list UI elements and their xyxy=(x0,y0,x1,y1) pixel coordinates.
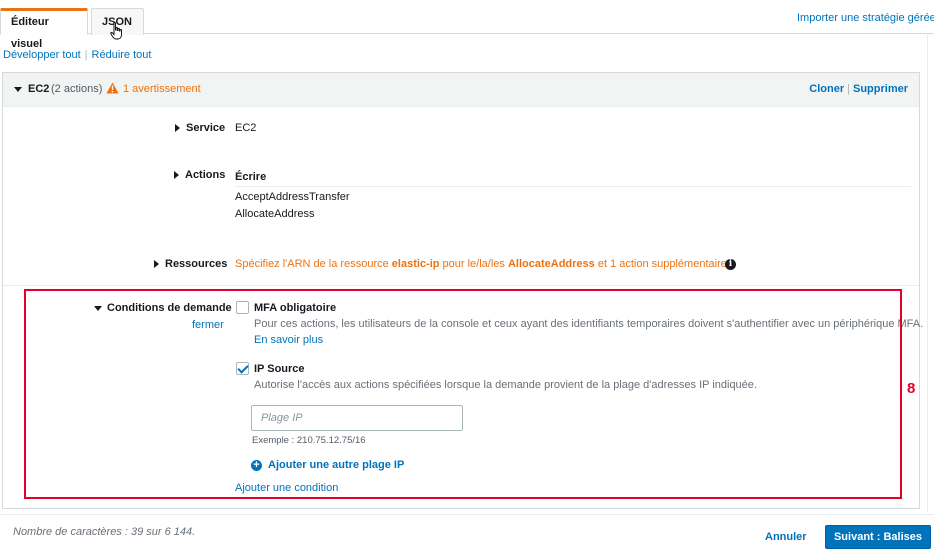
expand-collapse-toolbar: Développer tout | Réduire tout xyxy=(3,49,151,61)
caret-down-icon[interactable] xyxy=(14,87,22,92)
next-tags-button[interactable]: Suivant : Balises xyxy=(825,525,931,549)
resources-text-part: Spécifiez l'ARN de la ressource xyxy=(235,258,392,270)
cancel-button[interactable]: Annuler xyxy=(765,531,807,543)
resources-text-part: et 1 action supplémentaire. xyxy=(594,258,730,270)
annotation-highlight-box xyxy=(24,289,902,499)
header-actions: Cloner | Supprimer xyxy=(809,83,908,95)
resources-bold-part: elastic-ip xyxy=(391,258,440,270)
service-label[interactable]: Service xyxy=(186,122,225,134)
toolbar-separator: | xyxy=(84,49,88,61)
service-title: EC2 xyxy=(28,83,50,95)
clone-link[interactable]: Cloner xyxy=(809,83,844,95)
expand-all-link[interactable]: Développer tout xyxy=(3,49,81,61)
collapse-all-link[interactable]: Réduire tout xyxy=(92,49,152,61)
right-edge-divider xyxy=(927,34,928,512)
resources-bold-part: AllocateAddress xyxy=(507,258,595,270)
character-count: Nombre de caractères : 39 sur 6 144. xyxy=(13,526,196,538)
resources-label[interactable]: Ressources xyxy=(165,258,227,270)
action-count: (2 actions) xyxy=(51,83,103,95)
service-value: EC2 xyxy=(235,122,257,134)
header-separator: | xyxy=(847,83,850,95)
resources-warning-text: Spécifiez l'ARN de la ressource elastic-… xyxy=(235,258,730,270)
hand-cursor-icon xyxy=(110,22,122,40)
warning-icon xyxy=(106,82,119,94)
warning-text[interactable]: 1 avertissement xyxy=(123,83,201,95)
action-item: AcceptAddressTransfer xyxy=(235,191,350,203)
caret-right-icon[interactable] xyxy=(154,260,159,268)
caret-right-icon[interactable] xyxy=(174,171,179,179)
tab-visual-editor[interactable]: Éditeur visuel xyxy=(0,8,88,50)
actions-label[interactable]: Actions xyxy=(185,169,225,181)
divider xyxy=(235,186,911,187)
tab-bar: Éditeur visuel JSON xyxy=(0,0,934,50)
access-level-heading: Écrire xyxy=(235,171,267,183)
import-managed-policy-link[interactable]: Importer une stratégie gérée xyxy=(797,12,934,24)
resources-text-part: pour le/la/les xyxy=(439,258,508,270)
footer-divider xyxy=(0,514,934,515)
annotation-number: 8 xyxy=(907,380,916,397)
divider xyxy=(3,285,919,286)
delete-link[interactable]: Supprimer xyxy=(853,83,908,95)
info-icon[interactable]: i xyxy=(725,259,736,270)
permission-block-header[interactable]: EC2 (2 actions) 1 avertissement Cloner | S… xyxy=(3,73,919,107)
caret-right-icon[interactable] xyxy=(175,124,180,132)
action-item: AllocateAddress xyxy=(235,208,315,220)
